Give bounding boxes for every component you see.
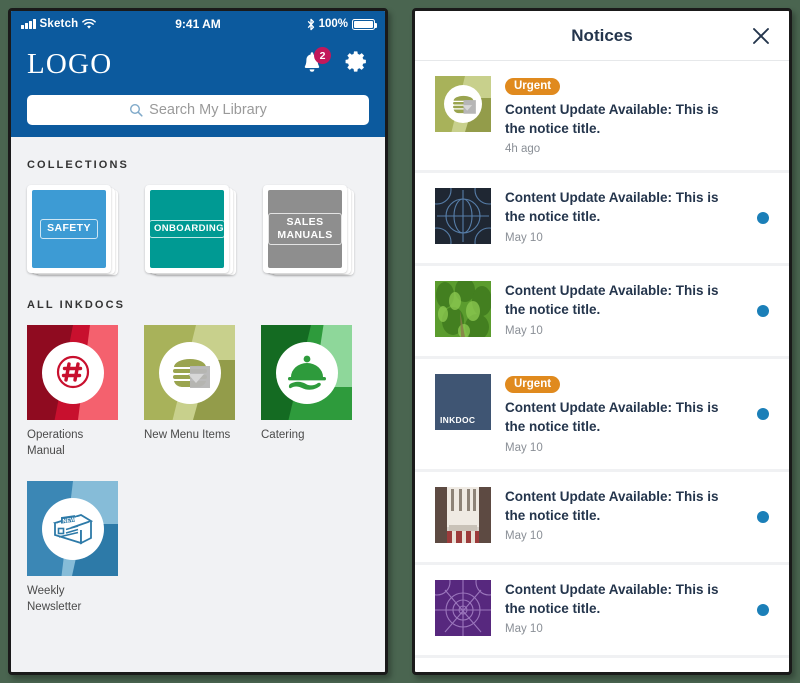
notice-title: Content Update Available: This is the no… [505, 581, 719, 616]
clock-label: 9:41 AM [175, 17, 221, 31]
unread-dot [757, 407, 769, 420]
notice-time: May 10 [505, 529, 543, 542]
document-thumbnail [261, 325, 352, 420]
notice-row[interactable]: INKDOC Urgent Content Update Available: … [415, 359, 789, 472]
document-tile-operations-manual[interactable]: Operations Manual [27, 325, 118, 459]
panel-title: Notices [571, 25, 633, 45]
foliage-photo-thumbnail-icon [435, 281, 491, 338]
serving-tray-icon [287, 355, 326, 390]
notice-time: May 10 [505, 622, 543, 635]
notice-thumbnail [435, 76, 491, 132]
unread-dot [757, 305, 769, 318]
document-thumbnail: NEWS [27, 481, 118, 577]
burger-icon [172, 358, 210, 388]
notice-time: May 10 [505, 441, 543, 454]
document-tile-weekly-newsletter[interactable]: NEWS Weekly Newsletter [27, 481, 118, 615]
notice-title: Content Update Available: This is the no… [505, 400, 719, 435]
library-content: COLLECTIONS SAFETY ONBOARDING SALES MANU… [11, 137, 385, 672]
unread-dot [757, 603, 769, 616]
hashtag-speech-bubble-icon [52, 352, 91, 393]
notice-row[interactable]: Content Update Available: This is the no… [415, 472, 789, 565]
notifications-button[interactable]: 2 [300, 47, 331, 77]
burger-icon [452, 95, 476, 114]
collection-tile-onboarding[interactable]: ONBOARDING [145, 185, 236, 277]
collection-tile-sales-manuals[interactable]: SALES MANUALS [263, 185, 354, 277]
document-title: New Menu Items [144, 429, 231, 441]
app-logo: LOGO [27, 47, 113, 80]
notification-badge: 2 [314, 47, 331, 64]
all-inkdocs-label: ALL INKDOCS [27, 299, 126, 311]
document-title: Operations Manual [27, 429, 84, 457]
collection-label: SALES MANUALS [268, 212, 342, 246]
search-icon [130, 103, 143, 117]
app-header: LOGO 2 Search My Library [11, 37, 385, 137]
screenshot-stage: Sketch 9:41 AM 100% LOGO 2 Search My Lib… [0, 0, 800, 683]
carrier-label: Sketch [39, 18, 79, 30]
notice-time: May 10 [505, 324, 543, 337]
collection-tile-safety[interactable]: SAFETY [27, 185, 118, 277]
close-icon [753, 27, 769, 44]
close-button[interactable] [751, 26, 771, 46]
battery-percent-label: 100% [318, 18, 349, 30]
document-title: Catering [261, 429, 305, 441]
inkdoc-thumbnail-label: INKDOC [440, 415, 476, 426]
notice-title: Content Update Available: This is the no… [505, 488, 719, 523]
collections-label: COLLECTIONS [27, 159, 129, 171]
notice-title: Content Update Available: This is the no… [505, 102, 719, 137]
urgent-badge: Urgent [505, 78, 561, 95]
notice-thumbnail [435, 579, 491, 636]
phone-mockup: Sketch 9:41 AM 100% LOGO 2 Search My Lib… [8, 8, 388, 675]
restaurant-interior-photo-thumbnail-icon [435, 486, 491, 543]
unread-dot [757, 510, 769, 523]
newspaper-icon: NEWS [52, 513, 93, 544]
notice-thumbnail [435, 281, 491, 338]
document-thumbnail [27, 325, 118, 420]
document-tile-catering[interactable]: Catering [261, 325, 352, 459]
settings-button[interactable] [344, 49, 369, 79]
collections-row: SAFETY ONBOARDING SALES MANUALS [27, 185, 369, 277]
search-input[interactable]: Search My Library [27, 95, 369, 125]
status-bar: Sketch 9:41 AM 100% [11, 11, 385, 37]
urgent-badge: Urgent [505, 376, 561, 394]
documents-row-2: NEWS Weekly Newsletter [27, 481, 369, 615]
notice-thumbnail [435, 486, 491, 543]
notice-row[interactable]: Urgent Content Update Available: This is… [415, 61, 789, 174]
notices-panel: Notices Urgent Content Update Available:… [412, 8, 792, 675]
document-title: Weekly Newsletter [27, 585, 82, 613]
notice-title: Content Update Available: This is the no… [505, 283, 719, 318]
search-placeholder: Search My Library [149, 102, 267, 118]
notice-row[interactable]: Content Update Available: This is the no… [415, 173, 789, 267]
documents-row-1: Operations Manual New Menu Items Caterin… [27, 325, 369, 459]
notice-thumbnail: INKDOC [435, 374, 491, 431]
notice-time: May 10 [505, 231, 543, 244]
notice-row[interactable]: Content Update Available: This is the no… [415, 565, 789, 658]
gear-icon [345, 51, 366, 72]
signal-bars-icon [21, 19, 36, 29]
notices-header: Notices [415, 11, 789, 61]
purple-compass-thumbnail-icon [435, 579, 491, 636]
wifi-icon [82, 18, 97, 29]
notice-title: Content Update Available: This is the no… [505, 190, 719, 225]
collection-label: SAFETY [40, 219, 98, 239]
blueprint-thumbnail-icon [435, 188, 491, 245]
notice-thumbnail [435, 188, 491, 245]
battery-icon [352, 18, 378, 30]
notice-row[interactable]: Content Update Available: This is the no… [415, 266, 789, 360]
document-tile-new-menu-items[interactable]: New Menu Items [144, 325, 235, 459]
document-thumbnail [144, 325, 235, 420]
collection-label: ONBOARDING [149, 220, 225, 238]
bluetooth-icon [307, 18, 314, 30]
notice-time: 4h ago [505, 143, 541, 156]
unread-dot [757, 212, 769, 225]
